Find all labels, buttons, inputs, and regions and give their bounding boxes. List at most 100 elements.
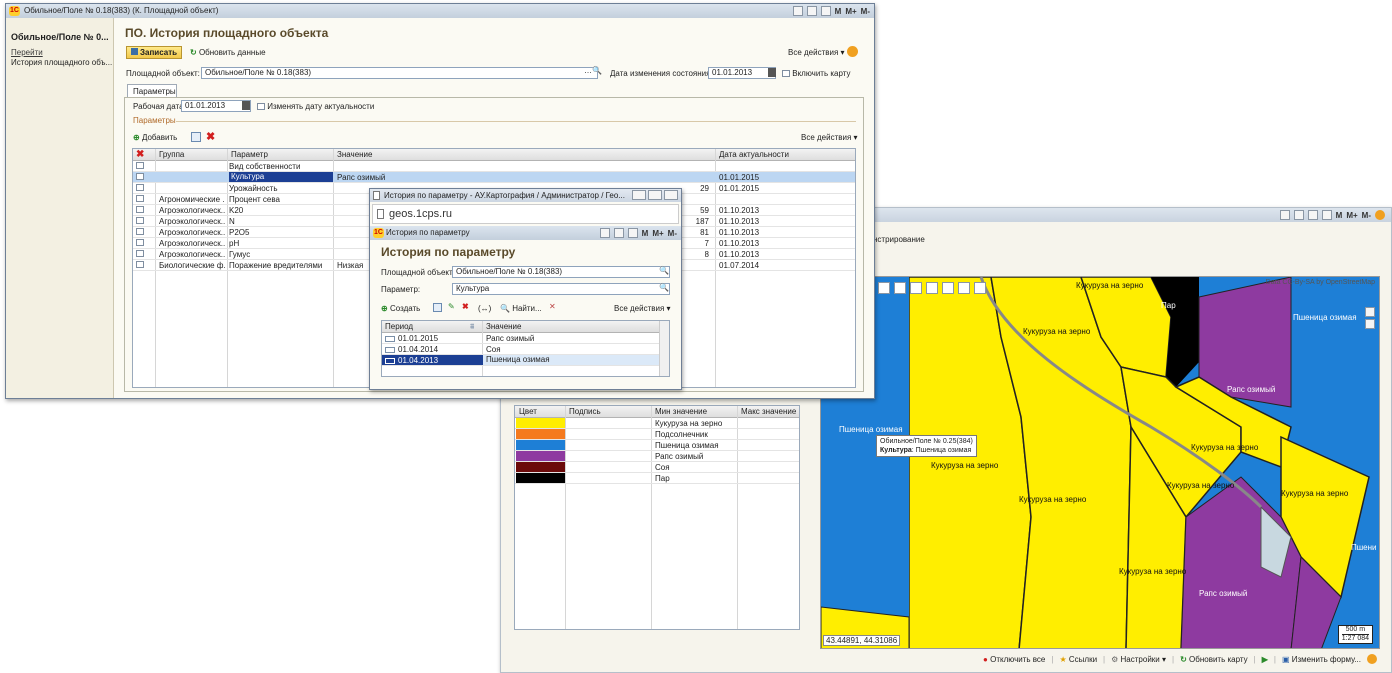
row-checkbox[interactable] <box>136 228 144 235</box>
settings-button[interactable]: ⚙ Настройки ▾ <box>1111 655 1166 664</box>
legend-row[interactable]: Соя <box>515 462 799 473</box>
memory-m-button[interactable]: M <box>835 7 842 16</box>
play-icon[interactable]: ▶ <box>1262 655 1268 664</box>
pan-icon[interactable] <box>878 282 890 294</box>
table-row[interactable]: 01.04.2014 Соя <box>382 344 659 355</box>
row-checkbox[interactable] <box>136 206 144 213</box>
save-icon[interactable] <box>1279 210 1290 220</box>
row-checkbox[interactable] <box>136 162 144 169</box>
memory-mplus-button[interactable]: M+ <box>845 7 856 16</box>
row-checkbox[interactable] <box>136 173 144 180</box>
help-icon[interactable] <box>847 46 858 57</box>
delete-icon[interactable]: ✖ <box>206 130 215 143</box>
add-button[interactable]: ⊕ Добавить <box>133 133 177 142</box>
row-checkbox[interactable] <box>136 184 144 191</box>
map-label-12: Кукуруза на зерно <box>1119 567 1187 576</box>
legend-row[interactable]: Пшеница озимая <box>515 440 799 451</box>
row-checkbox[interactable] <box>136 217 144 224</box>
sidebar-item-history[interactable]: История площадного объ... <box>11 58 112 67</box>
memory-m-button[interactable]: M <box>1336 211 1343 220</box>
create-button[interactable]: ⊕ Создать <box>381 304 420 313</box>
work-date-field[interactable]: 01.01.2013 <box>181 100 251 112</box>
minimize-icon[interactable] <box>632 190 646 200</box>
ruler-icon[interactable] <box>894 282 906 294</box>
change-form-button[interactable]: ▣ Изменить форму... <box>1282 655 1361 664</box>
search-icon[interactable]: 🔍 <box>659 266 669 275</box>
state-date-field[interactable]: 01.01.2013 <box>708 67 776 79</box>
calendar-icon[interactable] <box>242 101 250 110</box>
object-search-icon[interactable]: …🔍 <box>584 66 602 75</box>
history-scrollbar[interactable] <box>659 321 669 376</box>
calendar-icon[interactable] <box>768 68 776 77</box>
layers-icon[interactable] <box>910 282 922 294</box>
disconnect-all-button[interactable]: ● Отключить все <box>983 655 1045 664</box>
save-icon[interactable] <box>792 6 803 16</box>
memory-mminus-button[interactable]: M- <box>1362 211 1371 220</box>
map-attribution[interactable]: Data CC-By-SA by OpenStreetMap <box>1266 279 1375 286</box>
copy-icon[interactable] <box>433 303 442 312</box>
memory-mminus-button[interactable]: M- <box>668 229 677 238</box>
legend-row[interactable]: Кукуруза на зерно <box>515 418 799 429</box>
refresh-icon[interactable] <box>1293 210 1304 220</box>
zoom-in-icon[interactable] <box>958 282 970 294</box>
info-icon[interactable] <box>1375 210 1385 220</box>
memory-m-button[interactable]: M <box>642 229 649 238</box>
save-button[interactable]: Записать <box>126 46 183 59</box>
enable-map-checkbox[interactable]: Включить карту <box>782 69 851 78</box>
memory-mplus-button[interactable]: M+ <box>1346 211 1357 220</box>
search-icon[interactable]: 🔍 <box>659 283 669 292</box>
all-actions-menu[interactable]: Все действия ▾ <box>788 48 845 57</box>
table-row[interactable]: 01.01.2015 Рапс озимый <box>382 333 659 344</box>
url-bar[interactable]: geos.1cps.ru <box>372 204 679 224</box>
close-icon[interactable] <box>664 190 678 200</box>
all-actions-menu-2[interactable]: Все действия ▾ <box>801 133 858 142</box>
help-icon[interactable] <box>1367 654 1377 664</box>
refresh-map-button[interactable]: ↻ Обновить карту <box>1180 655 1248 664</box>
calc-icon[interactable] <box>1307 210 1318 220</box>
links-button[interactable]: ★ Ссылки <box>1059 655 1097 664</box>
filter-icon[interactable] <box>942 282 954 294</box>
memory-mplus-button[interactable]: M+ <box>652 229 663 238</box>
edit-icon[interactable]: ✎ <box>448 302 455 311</box>
zoom-out-icon[interactable] <box>974 282 986 294</box>
legend-row[interactable]: Подсолнечник <box>515 429 799 440</box>
calendar-icon[interactable] <box>806 6 817 16</box>
table-row[interactable]: Культура Рапс озимый 01.01.2015 <box>133 172 855 183</box>
cell-param: Урожайность <box>229 184 278 193</box>
find-button[interactable]: 🔍 Найти... <box>500 304 542 313</box>
save-icon[interactable] <box>627 228 638 238</box>
object-field[interactable]: Обильное/Поле № 0.18(383) <box>201 67 598 79</box>
legend-row[interactable]: Пар <box>515 473 799 484</box>
sort-filter-icon[interactable]: ⩩ <box>470 322 474 332</box>
refresh-data-button[interactable]: ↻ Обновить данные <box>190 48 266 57</box>
map-tab-fragment[interactable]: нстрирование <box>873 235 925 244</box>
calc-icon[interactable] <box>613 228 624 238</box>
row-checkbox[interactable] <box>136 195 144 202</box>
delete-icon[interactable]: ✖ <box>462 302 469 311</box>
row-checkbox[interactable] <box>136 239 144 246</box>
map-list-icon[interactable] <box>1365 319 1375 329</box>
calc-icon[interactable] <box>820 6 831 16</box>
map-layer-switch-icon[interactable] <box>1365 307 1375 317</box>
table-row[interactable]: Вид собственности <box>133 161 855 172</box>
comment-icon[interactable] <box>926 282 938 294</box>
popup-object-field[interactable]: Обильное/Поле № 0.18(383) <box>452 266 670 278</box>
table-row[interactable]: 01.04.2013 Пшеница озимая <box>382 355 659 366</box>
popup-param-field[interactable]: Культура <box>452 283 670 295</box>
calendar-icon[interactable] <box>1321 210 1332 220</box>
swap-icon[interactable]: (↔) <box>478 304 491 313</box>
row-checkbox[interactable] <box>136 261 144 268</box>
cell-group: Агроэкологическ... <box>159 239 225 248</box>
cancel-search-icon[interactable]: ✕ <box>549 302 556 311</box>
tab-parameters[interactable]: Параметры <box>127 84 177 98</box>
row-checkbox[interactable] <box>136 250 144 257</box>
popup-all-actions[interactable]: Все действия ▾ <box>614 304 671 313</box>
legend-row[interactable]: Рапс озимый <box>515 451 799 462</box>
maximize-icon[interactable] <box>648 190 662 200</box>
memory-mminus-button[interactable]: M- <box>861 7 870 16</box>
map-canvas[interactable]: Data CC-By-SA by OpenStreetMap Кукуруза … <box>820 276 1380 649</box>
cell-param: Вид собственности <box>229 162 301 171</box>
change-date-checkbox[interactable]: Изменять дату актуальности <box>257 102 374 111</box>
copy-icon[interactable] <box>191 132 201 142</box>
calendar-icon[interactable] <box>599 228 610 238</box>
